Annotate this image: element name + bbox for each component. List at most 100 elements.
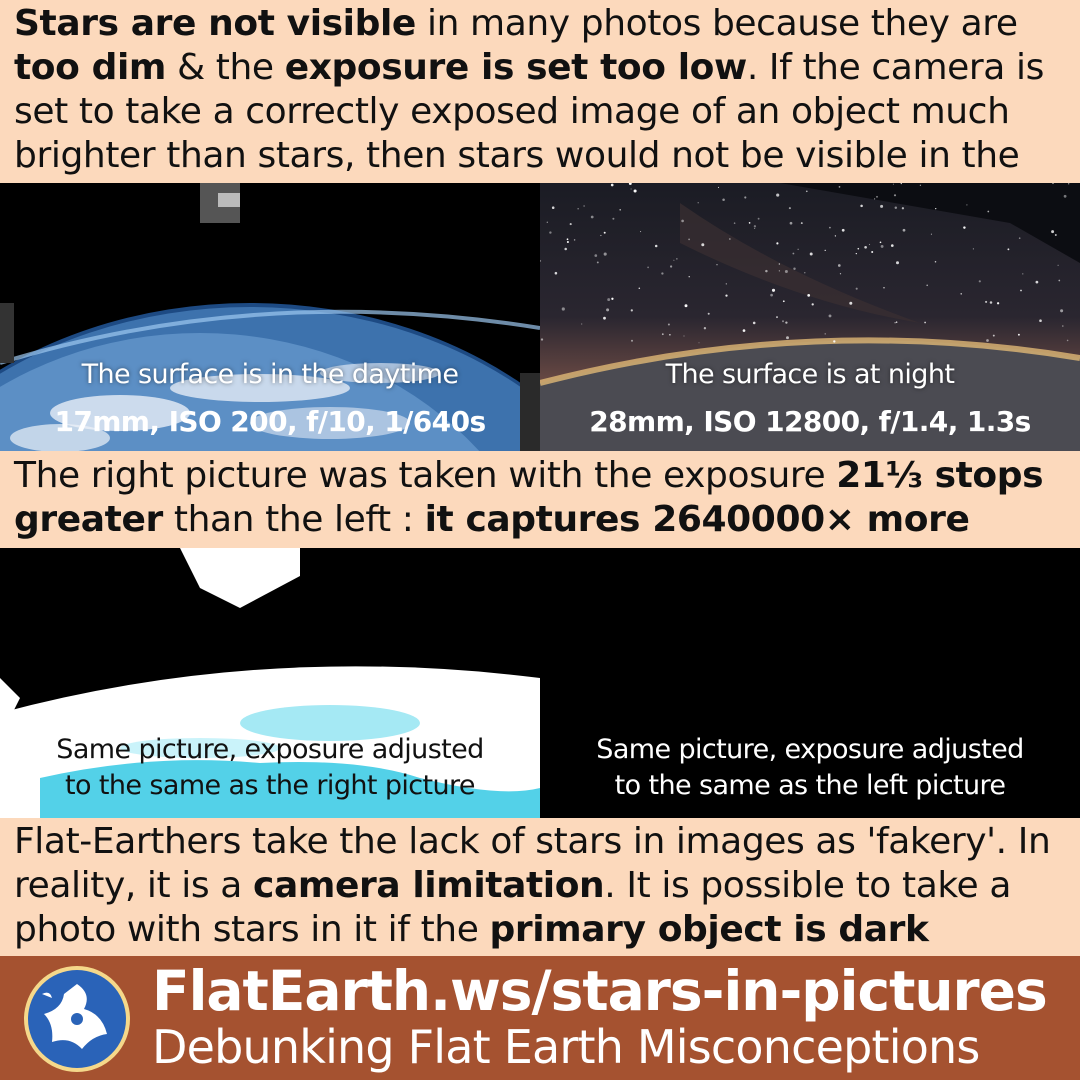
star: [778, 270, 780, 272]
star: [782, 320, 784, 323]
star: [893, 194, 897, 197]
star: [661, 272, 664, 275]
star: [860, 204, 863, 208]
star: [722, 198, 725, 202]
star: [992, 334, 995, 337]
star: [590, 215, 594, 219]
star: [753, 225, 757, 228]
star: [924, 321, 926, 324]
star: [1062, 325, 1064, 327]
star: [895, 321, 898, 323]
star: [782, 300, 785, 303]
star: [654, 244, 658, 248]
star: [1035, 280, 1039, 284]
photo-daytime-earth: The surface is in the daytime 17mm, ISO …: [0, 183, 540, 451]
star: [894, 206, 898, 209]
star: [564, 247, 567, 251]
star: [603, 252, 607, 256]
star: [874, 198, 876, 200]
star: [744, 196, 747, 199]
star: [935, 207, 937, 210]
star: [786, 336, 789, 340]
star: [919, 184, 922, 186]
star: [583, 205, 585, 207]
daytime-caption: The surface is in the daytime: [81, 359, 459, 390]
star: [833, 340, 836, 343]
star: [577, 208, 579, 210]
star: [757, 217, 760, 220]
star: [661, 333, 664, 336]
overexposed-caption-line1: Same picture, exposure adjusted: [56, 734, 484, 765]
intro-bold-2: too dim: [14, 47, 167, 88]
star: [807, 294, 811, 297]
star: [809, 252, 813, 256]
star: [1017, 333, 1020, 336]
star: [855, 287, 858, 290]
star: [972, 248, 974, 250]
intro-text-2: & the: [166, 47, 285, 88]
star: [725, 283, 727, 285]
photo-night-earth: The surface is at night 28mm, ISO 12800,…: [540, 183, 1080, 451]
star: [633, 189, 637, 193]
star: [985, 300, 988, 303]
star: [890, 244, 894, 247]
star: [879, 241, 882, 244]
star: [640, 231, 642, 233]
star: [717, 186, 720, 188]
star: [857, 247, 860, 250]
star: [733, 222, 736, 224]
star: [707, 312, 710, 315]
star: [596, 261, 599, 264]
underexposed-caption-line1: Same picture, exposure adjusted: [596, 734, 1024, 765]
star: [824, 249, 826, 252]
star: [630, 188, 632, 190]
intro-text-1: in many photos because they are: [415, 3, 1018, 44]
star: [676, 258, 678, 260]
star: [684, 304, 688, 308]
star: [788, 207, 791, 210]
star: [894, 322, 896, 324]
underexposed-caption-line2: to the same as the left picture: [614, 770, 1006, 801]
night-settings: 28mm, ISO 12800, f/1.4, 1.3s: [589, 405, 1031, 438]
star: [554, 271, 558, 275]
star: [748, 222, 751, 224]
star: [603, 316, 606, 320]
star: [1063, 194, 1067, 198]
star: [926, 284, 928, 287]
star: [549, 231, 552, 234]
star: [901, 207, 905, 210]
star: [855, 253, 857, 255]
star: [647, 266, 649, 269]
photo-underexposed-night: Same picture, exposure adjusted to the s…: [540, 548, 1080, 818]
star: [930, 233, 932, 235]
star: [804, 272, 806, 274]
star: [566, 240, 569, 244]
photo-overexposed-daytime: Same picture, exposure adjusted to the s…: [0, 548, 540, 818]
star: [669, 265, 673, 268]
star: [725, 294, 728, 297]
star: [673, 259, 675, 261]
star: [996, 302, 1000, 305]
intro-bold-3: exposure is set too low: [284, 47, 748, 88]
star: [864, 245, 867, 249]
star: [785, 321, 788, 324]
star: [1060, 309, 1064, 313]
star: [776, 316, 778, 319]
star: [841, 228, 845, 232]
star: [569, 223, 572, 226]
star: [789, 221, 793, 225]
star: [600, 234, 602, 237]
star: [594, 254, 598, 257]
star: [800, 222, 803, 225]
night-caption: The surface is at night: [665, 359, 955, 390]
star: [828, 314, 832, 318]
star: [960, 293, 962, 295]
star: [896, 261, 899, 265]
star: [688, 238, 690, 241]
star: [934, 260, 937, 263]
star: [546, 221, 548, 223]
star: [978, 280, 981, 283]
intro-bold-1: Stars are not visible: [14, 3, 416, 44]
star: [880, 204, 884, 208]
mid-text-2: than the left :: [162, 499, 425, 540]
